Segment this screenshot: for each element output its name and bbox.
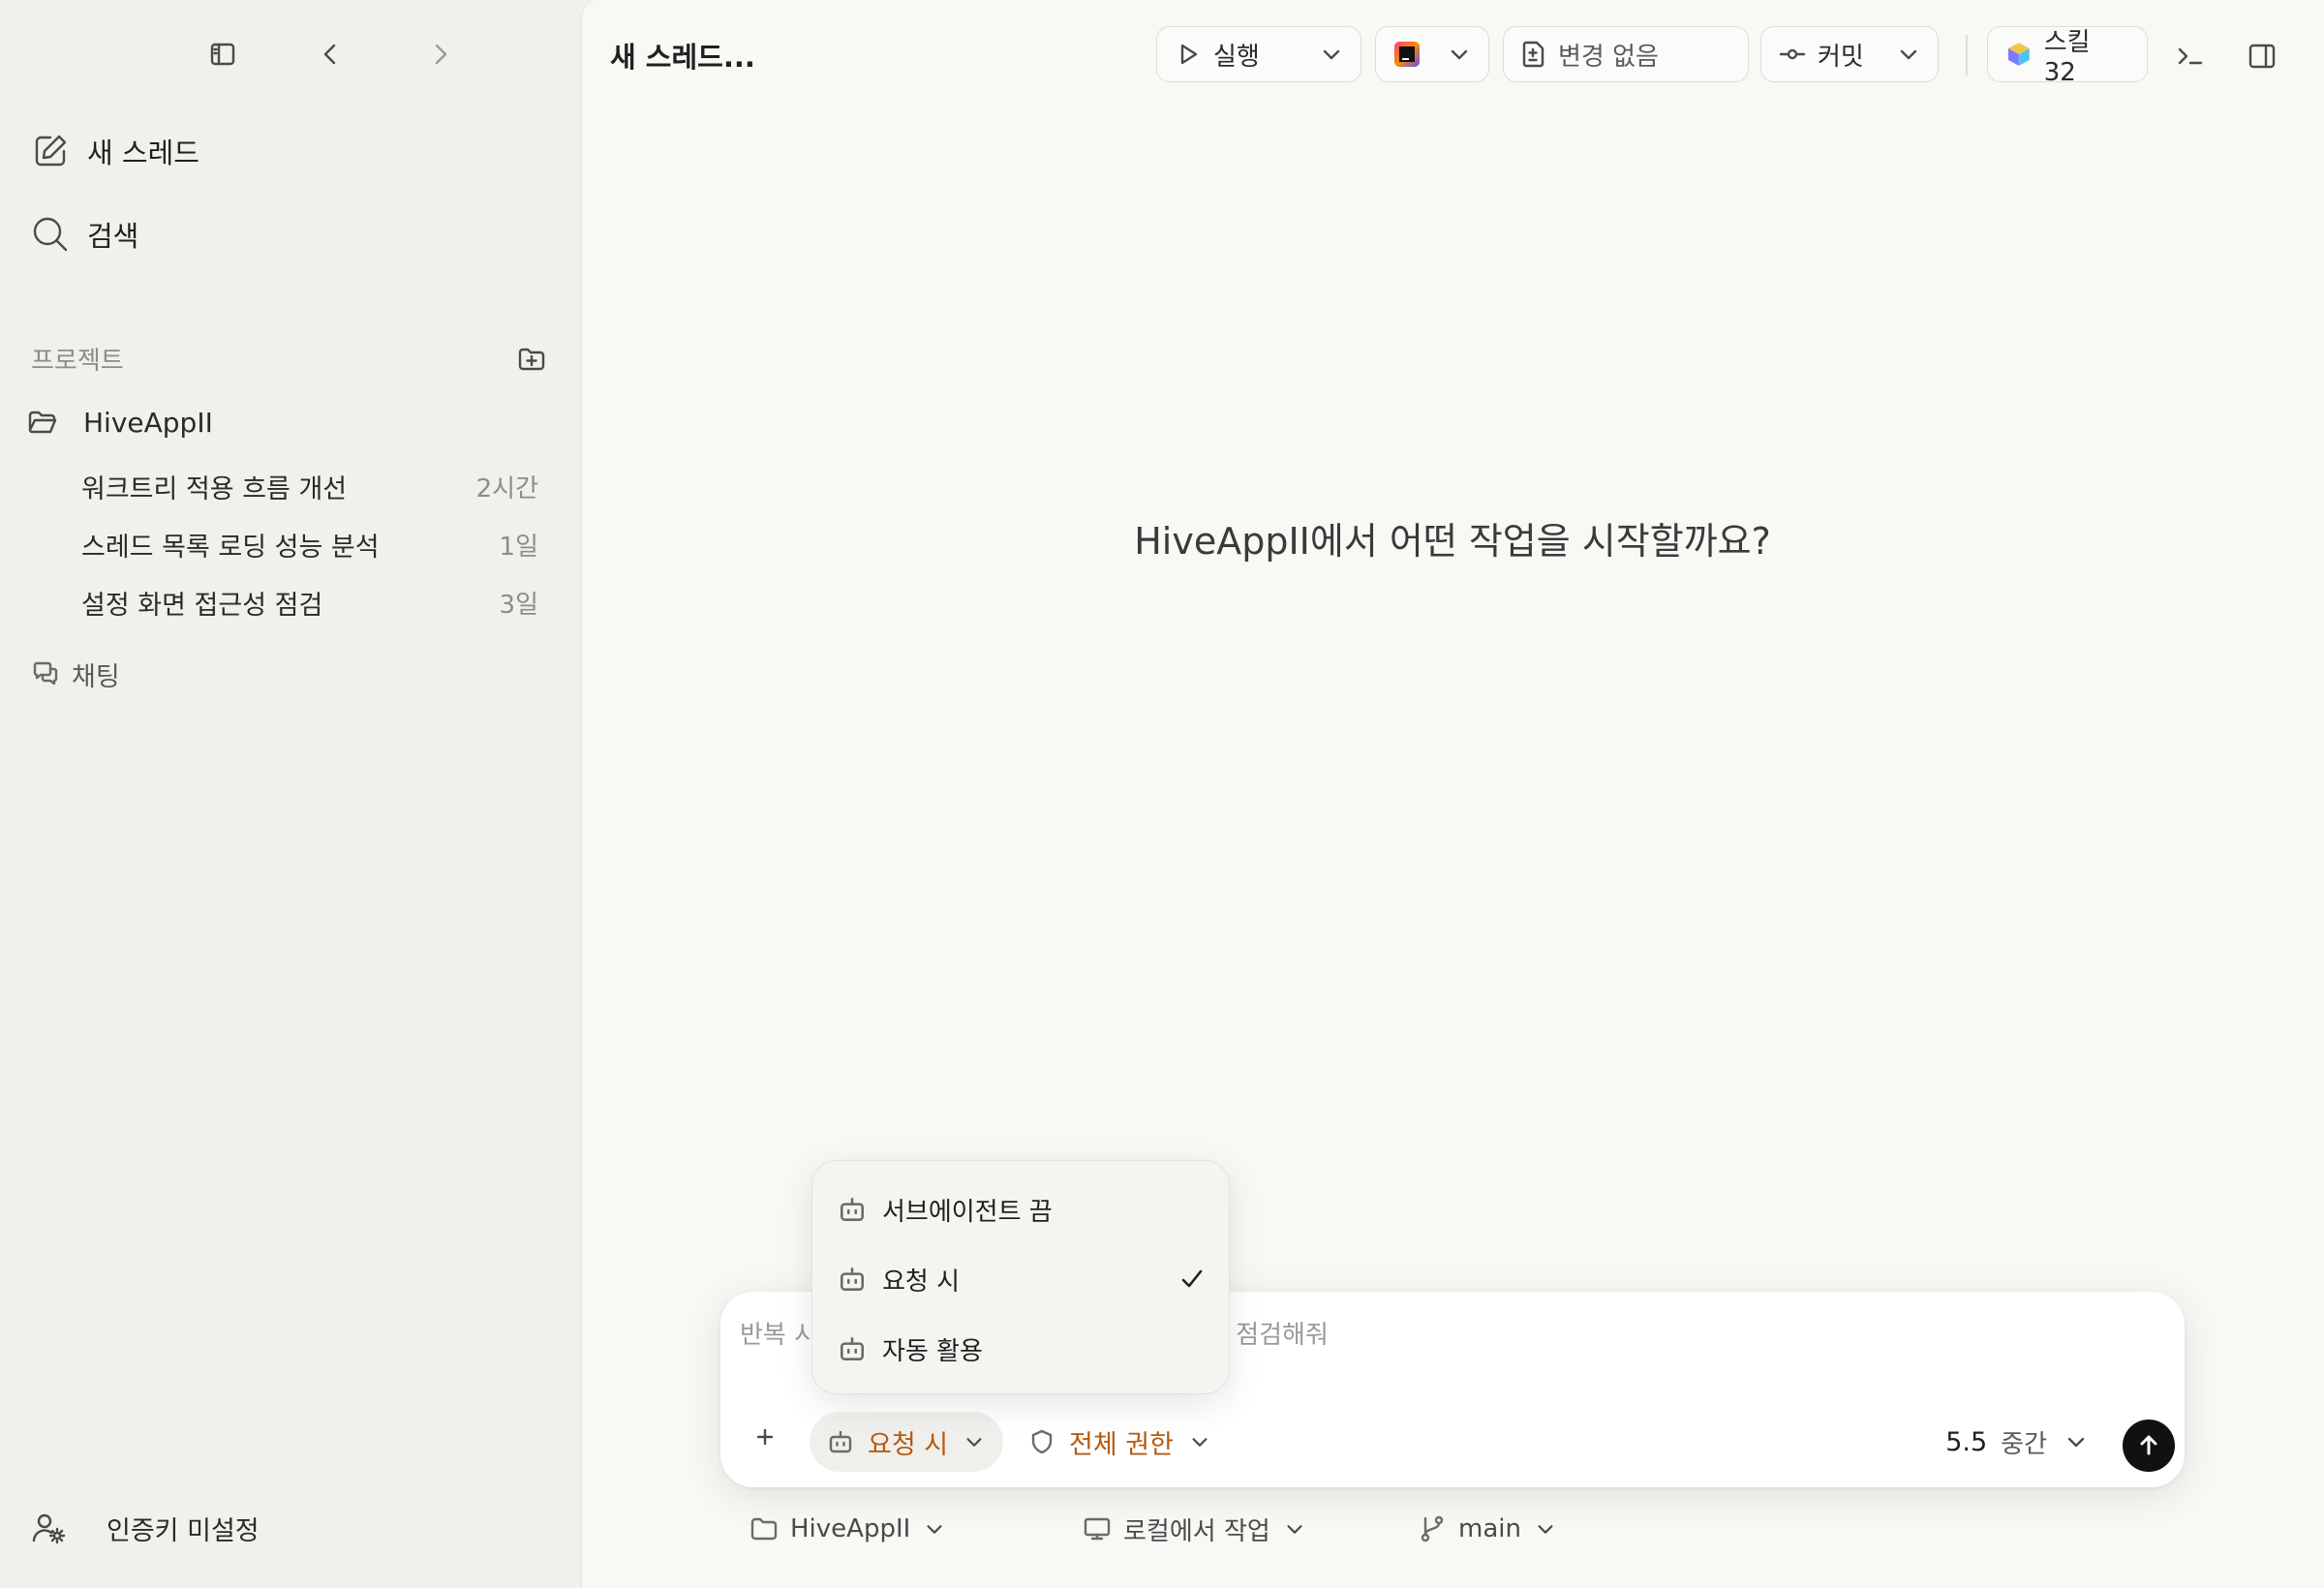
permission-selector[interactable]: 전체 권한 bbox=[1028, 1412, 1210, 1472]
monitor-icon bbox=[1084, 1517, 1111, 1541]
chevron-down-icon bbox=[927, 1525, 942, 1534]
menu-item-on-request[interactable]: 요청 시 bbox=[838, 1254, 1206, 1304]
footer-environment-selector[interactable]: 로컬에서 작업 bbox=[1083, 1509, 1305, 1549]
folder-open-icon bbox=[28, 411, 57, 434]
skills-button[interactable]: 스킬 32 bbox=[1987, 26, 2148, 87]
forward-icon[interactable] bbox=[422, 37, 457, 72]
placeholder-left: 반복 시 bbox=[740, 1321, 818, 1350]
back-icon[interactable] bbox=[314, 37, 349, 72]
project-item[interactable]: HiveAppII bbox=[27, 403, 213, 442]
play-icon bbox=[1180, 44, 1198, 65]
send-button[interactable] bbox=[2123, 1420, 2175, 1472]
toggle-sidebar-icon[interactable] bbox=[205, 37, 240, 72]
folder-icon bbox=[750, 1517, 778, 1541]
terminal-icon[interactable] bbox=[2171, 37, 2210, 76]
robot-icon bbox=[841, 1267, 864, 1291]
arrow-up-icon bbox=[2140, 1435, 2157, 1455]
new-thread-button[interactable]: 새 스레드 bbox=[31, 128, 199, 174]
chevron-down-icon bbox=[1192, 1438, 1208, 1447]
menu-item-label: 자동 활용 bbox=[882, 1336, 983, 1366]
file-diff-icon bbox=[1522, 41, 1544, 68]
thread-title: 설정 화면 접근성 점검 bbox=[81, 590, 323, 621]
menu-item-label: 서브에이전트 끔 bbox=[882, 1197, 1053, 1227]
ide-app-icon bbox=[1394, 42, 1420, 67]
footer-branch-label: main bbox=[1458, 1514, 1521, 1543]
subagent-mode-selector[interactable]: 요청 시 bbox=[810, 1412, 1003, 1472]
chevron-down-icon bbox=[1323, 49, 1340, 60]
footer-environment-label: 로컬에서 작업 bbox=[1123, 1516, 1270, 1546]
thread-age: 3일 bbox=[499, 590, 538, 620]
thread-item[interactable]: 설정 화면 접근성 점검 3일 bbox=[81, 583, 538, 622]
chevron-down-icon bbox=[2067, 1437, 2085, 1448]
auth-settings-button[interactable]: 인증키 미설정 bbox=[31, 1507, 260, 1549]
chat-item[interactable]: 채팅 bbox=[31, 655, 120, 693]
thread-title: 워크트리 적용 흐름 개선 bbox=[81, 473, 348, 504]
auth-status-label: 인증키 미설정 bbox=[107, 1515, 260, 1546]
search-icon bbox=[33, 217, 68, 252]
robot-icon bbox=[841, 1198, 864, 1221]
search-button[interactable]: 검색 bbox=[31, 211, 138, 258]
sidebar: 새 스레드 검색 프로젝트 HiveAppII 워크트리 적용 흐름 개선 2시… bbox=[0, 0, 581, 1588]
commit-button[interactable]: 커밋 bbox=[1760, 26, 1939, 82]
page-title: 새 스레드... bbox=[610, 41, 755, 74]
chevron-down-icon bbox=[966, 1438, 982, 1447]
footer-branch-selector[interactable]: main bbox=[1418, 1509, 1556, 1549]
cube-icon bbox=[2007, 43, 2030, 66]
chevron-down-icon bbox=[1900, 49, 1917, 60]
thread-age: 2시간 bbox=[475, 473, 538, 504]
subagent-mode-menu: 서브에이전트 끔 요청 시 자동 활용 bbox=[811, 1160, 1230, 1394]
changes-button[interactable]: 변경 없음 bbox=[1503, 26, 1749, 82]
chevron-down-icon bbox=[1451, 49, 1468, 60]
model-selector[interactable]: 5.5 중간 bbox=[1945, 1412, 2088, 1472]
model-version: 5.5 bbox=[1945, 1426, 1988, 1457]
menu-item-subagent-off[interactable]: 서브에이전트 끔 bbox=[838, 1184, 1206, 1235]
shield-icon bbox=[1031, 1429, 1053, 1454]
chat-label: 채팅 bbox=[72, 661, 120, 692]
add-attachment-icon[interactable] bbox=[751, 1423, 779, 1451]
projects-section-label: 프로젝트 bbox=[31, 347, 124, 376]
chevron-down-icon bbox=[1538, 1525, 1553, 1534]
project-name: HiveAppII bbox=[83, 406, 213, 439]
toggle-right-panel-icon[interactable] bbox=[2243, 37, 2281, 76]
skills-label: 스킬 32 bbox=[2043, 27, 2091, 87]
empty-state-prompt: HiveAppII에서 어떤 작업을 시작할까요? bbox=[1134, 520, 1771, 563]
model-level: 중간 bbox=[2001, 1429, 2047, 1459]
changes-label: 변경 없음 bbox=[1558, 42, 1659, 72]
chat-bubbles-icon bbox=[33, 661, 58, 686]
run-button[interactable]: 실행 bbox=[1156, 26, 1361, 82]
run-label: 실행 bbox=[1213, 42, 1260, 72]
permission-label: 전체 권한 bbox=[1069, 1429, 1174, 1460]
toolbar-divider bbox=[1966, 35, 1968, 76]
user-settings-icon bbox=[32, 1513, 66, 1544]
commit-icon bbox=[1779, 48, 1806, 60]
chevron-down-icon bbox=[1287, 1525, 1302, 1534]
new-thread-label: 새 스레드 bbox=[87, 137, 199, 169]
robot-icon bbox=[829, 1430, 852, 1453]
compose-icon bbox=[35, 135, 67, 167]
thread-item[interactable]: 워크트리 적용 흐름 개선 2시간 bbox=[81, 467, 538, 505]
footer-project-selector[interactable]: HiveAppII bbox=[749, 1509, 945, 1549]
menu-item-auto[interactable]: 자동 활용 bbox=[838, 1324, 1206, 1374]
subagent-mode-label: 요청 시 bbox=[868, 1429, 949, 1460]
commit-label: 커밋 bbox=[1818, 42, 1864, 72]
menu-item-label: 요청 시 bbox=[882, 1267, 961, 1297]
add-project-icon[interactable] bbox=[517, 345, 546, 374]
footer-project-label: HiveAppII bbox=[790, 1514, 911, 1543]
ide-selector-button[interactable] bbox=[1375, 26, 1489, 82]
robot-icon bbox=[841, 1337, 864, 1360]
git-branch-icon bbox=[1421, 1515, 1444, 1542]
checkmark-icon bbox=[1181, 1269, 1203, 1288]
search-label: 검색 bbox=[87, 220, 139, 253]
